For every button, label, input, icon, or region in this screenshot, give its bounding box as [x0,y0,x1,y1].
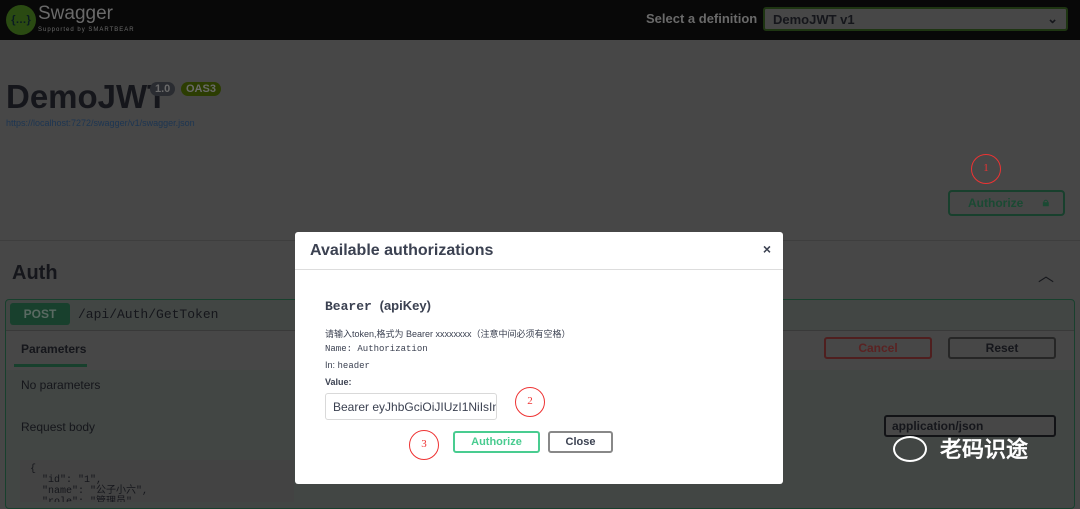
chevron-up-icon[interactable]: ︿ [1038,262,1054,286]
modal-close-button[interactable]: Close [548,431,613,453]
watermark: 老码识途 [940,437,1029,462]
close-icon[interactable]: × [763,241,771,257]
section-title: Auth [12,262,58,284]
tab-underline [14,364,87,367]
definition-value: DemoJWT v1 [773,12,855,27]
version-badge: 1.0 [150,82,176,96]
scheme-name: Bearer [325,299,372,314]
annotation-2: 2 [515,387,545,417]
logo-text: Swagger [38,3,113,24]
authorize-label: Authorize [968,196,1024,210]
token-input[interactable]: Bearer eyJhbGciOiJIUzI1NiIsInR5cCI6IkpXV… [325,393,497,420]
swagger-logo-icon[interactable]: {…} [6,5,36,35]
scheme-name-line: Name: Authorization [325,344,428,354]
spec-link[interactable]: https://localhost:7272/swagger/v1/swagge… [6,118,195,128]
auth-modal: Available authorizations × Bearer (apiKe… [295,232,783,484]
top-bar: {…} Swagger Supported by SMARTBEAR Selec… [0,0,1080,40]
annotation-1: 1 [971,154,1001,184]
annotation-3: 3 [409,430,439,460]
request-body-label: Request body [21,420,96,434]
definition-label: Select a definition [646,11,758,26]
method-badge[interactable]: POST [10,303,70,325]
cancel-button[interactable]: Cancel [824,337,932,359]
reset-button[interactable]: Reset [948,337,1056,359]
in-value: header [337,361,370,371]
chevron-down-icon: ⌄ [1047,11,1058,26]
scheme-type: (apiKey) [379,298,431,313]
scheme-in-line: In: header [325,360,370,371]
definition-select[interactable]: DemoJWT v1 ⌄ [763,7,1068,31]
modal-authorize-button[interactable]: Authorize [453,431,540,453]
lock-icon: 🔒︎ [1042,195,1049,209]
request-body-editor[interactable]: { "id": "1", "name": "公子小六", "role": "管理… [20,460,294,502]
tab-parameters[interactable]: Parameters [21,342,86,356]
scheme-description: 请输入token,格式为 Bearer xxxxxxxx（注意中间必须有空格） [325,329,571,339]
no-params-text: No parameters [21,378,101,392]
modal-title: Available authorizations [295,232,783,270]
operation-path[interactable]: /api/Auth/GetToken [78,307,218,322]
page-title: DemoJWT [6,78,168,115]
in-label: In: [325,360,336,370]
authorize-button[interactable]: Authorize 🔒︎ [948,190,1065,216]
logo-sub: Supported by SMARTBEAR [38,27,135,33]
wechat-icon [893,436,927,462]
oas-badge: OAS3 [181,82,221,96]
scheme-heading: Bearer (apiKey) [325,298,431,314]
value-label: Value: [325,377,352,387]
